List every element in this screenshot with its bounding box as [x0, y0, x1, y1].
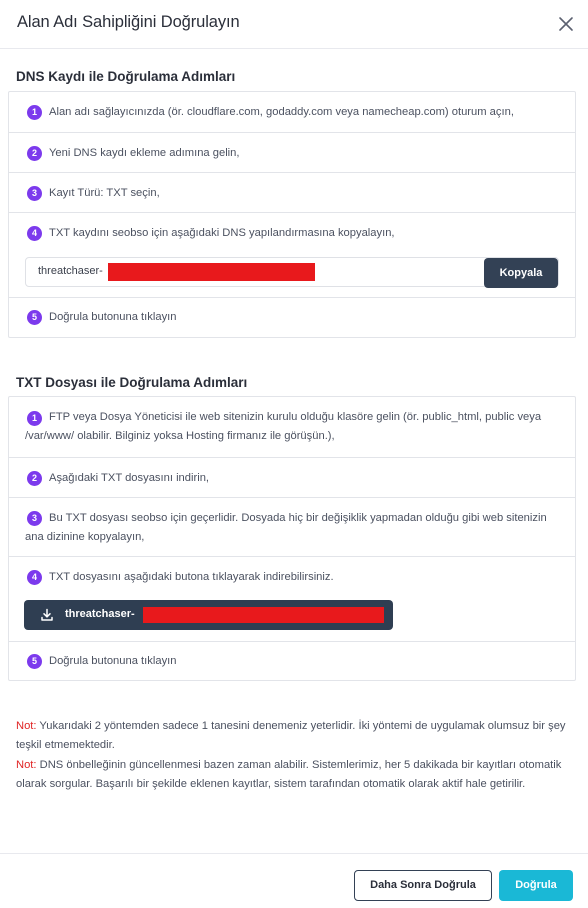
- verify-button[interactable]: Doğrula: [499, 870, 573, 901]
- dns-step-5: 5 Doğrula butonuna tıklayın: [9, 298, 575, 337]
- download-file-name: threatchaser-: [65, 608, 135, 620]
- dns-step-2: 2 Yeni DNS kaydı ekleme adımına gelin,: [9, 133, 575, 173]
- txt-step-1: 1 FTP veya Dosya Yöneticisi ile web site…: [9, 397, 575, 458]
- modal-title: Alan Adı Sahipliğini Doğrulayın: [17, 13, 240, 31]
- step-number-badge: 2: [27, 471, 42, 486]
- dns-section-title: DNS Kaydı ile Doğrulama Adımları: [16, 69, 236, 84]
- dns-step-3-text: Kayıt Türü: TXT seçin,: [49, 187, 160, 199]
- txt-step-3: 3 Bu TXT dosyası seobso için geçerlidir.…: [9, 498, 575, 557]
- txt-step-3-text: Bu TXT dosyası seobso için geçerlidir. D…: [25, 512, 547, 543]
- dns-record-field[interactable]: threatchaser- Kopyala: [25, 257, 559, 288]
- txt-step-1-text: FTP veya Dosya Yöneticisi ile web siteni…: [25, 411, 542, 442]
- redacted-token: [108, 263, 315, 281]
- txt-section-title: TXT Dosyası ile Doğrulama Adımları: [16, 375, 248, 390]
- step-number-badge: 1: [27, 105, 42, 120]
- step-number-badge: 5: [27, 654, 42, 669]
- note-text: DNS önbelleğinin güncellenmesi bazen zam…: [16, 759, 562, 790]
- note-2: Not: DNS önbelleğinin güncellenmesi baze…: [16, 756, 572, 794]
- txt-step-4-text: TXT dosyasını aşağıdaki butona tıklayara…: [49, 571, 334, 583]
- dns-step-4-text: TXT kaydını seobso için aşağıdaki DNS ya…: [49, 227, 395, 239]
- notes-area: Not: Yukarıdaki 2 yöntemden sadece 1 tan…: [16, 717, 572, 795]
- dns-step-5-text: Doğrula butonuna tıklayın: [49, 311, 177, 323]
- redacted-token: [143, 607, 384, 623]
- txt-steps-box: 1 FTP veya Dosya Yöneticisi ile web site…: [8, 396, 576, 681]
- modal-footer: Daha Sonra Doğrula Doğrula: [0, 853, 588, 908]
- dns-record-value: threatchaser-: [38, 265, 103, 277]
- dns-step-3: 3 Kayıt Türü: TXT seçin,: [9, 173, 575, 213]
- step-number-badge: 5: [27, 310, 42, 325]
- txt-step-5: 5 Doğrula butonuna tıklayın: [9, 642, 575, 680]
- step-number-badge: 2: [27, 146, 42, 161]
- dns-step-4: 4 TXT kaydını seobso için aşağıdaki DNS …: [9, 213, 575, 298]
- txt-step-5-text: Doğrula butonuna tıklayın: [49, 655, 177, 667]
- note-label: Not:: [16, 720, 37, 732]
- note-text: Yukarıdaki 2 yöntemden sadece 1 tanesini…: [16, 720, 566, 751]
- txt-step-2: 2 Aşağıdaki TXT dosyasını indirin,: [9, 458, 575, 498]
- txt-step-2-text: Aşağıdaki TXT dosyasını indirin,: [49, 472, 210, 484]
- dns-step-1: 1 Alan adı sağlayıcınızda (ör. cloudflar…: [9, 92, 575, 133]
- dns-steps-box: 1 Alan adı sağlayıcınızda (ör. cloudflar…: [8, 91, 576, 338]
- step-number-badge: 4: [27, 570, 42, 585]
- note-label: Not:: [16, 759, 37, 771]
- step-number-badge: 3: [27, 186, 42, 201]
- note-1: Not: Yukarıdaki 2 yöntemden sadece 1 tan…: [16, 717, 572, 755]
- copy-button[interactable]: Kopyala: [484, 258, 558, 288]
- close-icon[interactable]: [556, 14, 576, 34]
- step-number-badge: 4: [27, 226, 42, 241]
- download-txt-button[interactable]: threatchaser-: [24, 600, 393, 630]
- dns-step-1-text: Alan adı sağlayıcınızda (ör. cloudflare.…: [49, 106, 514, 118]
- dns-step-2-text: Yeni DNS kaydı ekleme adımına gelin,: [49, 147, 240, 159]
- modal-header: Alan Adı Sahipliğini Doğrulayın: [0, 0, 588, 49]
- verify-later-button[interactable]: Daha Sonra Doğrula: [354, 870, 492, 901]
- download-icon: [41, 608, 53, 621]
